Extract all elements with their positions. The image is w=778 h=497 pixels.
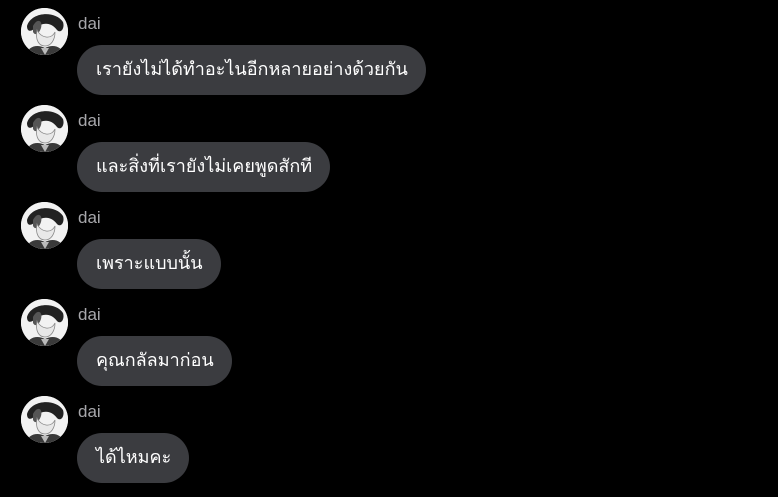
sender-name: dai [78, 402, 101, 421]
message-row: dai เพราะแบบนั้น [0, 194, 778, 291]
message-bubble[interactable]: เพราะแบบนั้น [77, 239, 221, 289]
message-bubble[interactable]: เรายังไม่ได้ทำอะไนอีกหลายอย่างด้วยกัน [77, 45, 426, 95]
message-row: dai และสิ่งที่เรายังไม่เคยพูดสักที [0, 97, 778, 194]
message-row: dai เรายังไม่ได้ทำอะไนอีกหลายอย่างด้วยกั… [0, 0, 778, 97]
avatar-icon[interactable] [21, 8, 68, 55]
message-row: dai ได้ไหมคะ [0, 388, 778, 485]
avatar-icon[interactable] [21, 396, 68, 443]
message-bubble[interactable]: ได้ไหมคะ [77, 433, 190, 483]
sender-name: dai [78, 305, 101, 324]
sender-name: dai [78, 14, 101, 33]
avatar-icon[interactable] [21, 299, 68, 346]
avatar-icon[interactable] [21, 105, 68, 152]
message-row: dai คุณกลัลมาก่อน [0, 291, 778, 388]
chat-thread: dai เรายังไม่ได้ทำอะไนอีกหลายอย่างด้วยกั… [0, 0, 778, 497]
sender-name: dai [78, 208, 101, 227]
avatar-icon[interactable] [21, 202, 68, 249]
message-bubble[interactable]: คุณกลัลมาก่อน [77, 336, 232, 386]
sender-name: dai [78, 111, 101, 130]
message-bubble[interactable]: และสิ่งที่เรายังไม่เคยพูดสักที [77, 142, 331, 192]
